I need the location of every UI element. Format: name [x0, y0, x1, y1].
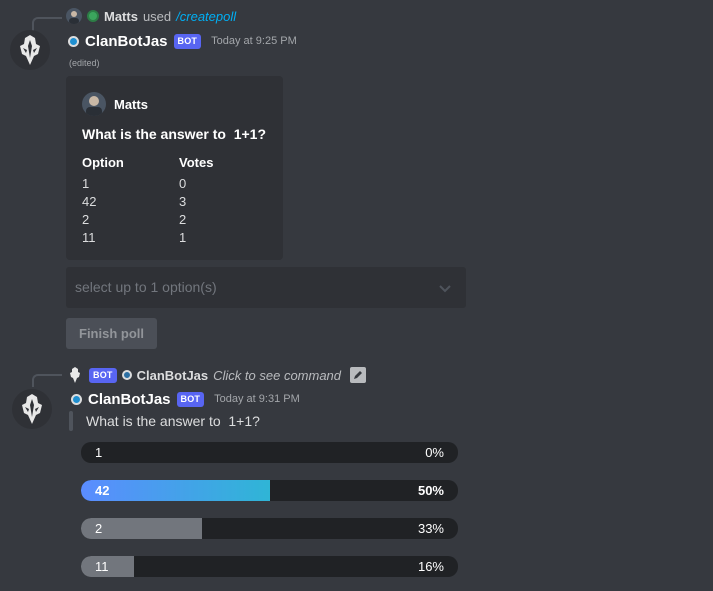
- message-header: ClanBotJas BOT Today at 9:25 PM: [68, 31, 297, 51]
- select-placeholder: select up to 1 option(s): [75, 279, 217, 295]
- result-percent: 33%: [417, 521, 444, 536]
- reply-user[interactable]: Matts: [104, 9, 138, 24]
- result-percent: 16%: [417, 559, 444, 574]
- poll-question: What is the answer to 1+1?: [86, 413, 260, 429]
- result-bar: 2 33%: [81, 518, 458, 539]
- result-percent: 50%: [417, 483, 444, 498]
- reply-action: used: [142, 8, 172, 24]
- votes-column: 0 3 2 1: [179, 175, 186, 247]
- author-name[interactable]: ClanBotJas: [85, 33, 168, 50]
- result-percent: 0%: [425, 445, 444, 460]
- result-bar: 1 0%: [81, 442, 458, 463]
- status-dot-icon: [71, 393, 82, 405]
- quote-bar: [69, 411, 73, 431]
- status-dot-icon: [87, 10, 99, 22]
- bot-badge: BOT: [89, 367, 117, 383]
- clanbotjas-avatar[interactable]: [12, 389, 52, 429]
- chevron-down-icon: [439, 285, 451, 293]
- bot-logo-small-icon: [70, 367, 80, 383]
- status-dot-icon: [68, 35, 79, 47]
- option-header: Option: [82, 155, 124, 170]
- clanbotjas-avatar[interactable]: [10, 30, 50, 70]
- result-bar: 11 16%: [81, 556, 458, 577]
- result-option-label: 1: [95, 445, 103, 460]
- timestamp[interactable]: Today at 9:31 PM: [214, 393, 300, 405]
- result-option-label: 42: [95, 483, 110, 498]
- finish-poll-button[interactable]: Finish poll: [66, 318, 157, 349]
- matts-avatar: [82, 92, 106, 116]
- command-icon[interactable]: [350, 367, 367, 383]
- option-cell: 2: [82, 212, 90, 227]
- votes-cell: 3: [179, 194, 187, 209]
- reply-header[interactable]: Matts used /createpoll: [66, 7, 236, 25]
- votes-header: Votes: [179, 155, 214, 170]
- embed-title: What is the answer to 1+1?: [82, 126, 266, 142]
- result-option-label: 2: [95, 521, 103, 536]
- status-dot-icon: [121, 370, 132, 380]
- author-name[interactable]: ClanBotJas: [88, 391, 171, 408]
- result-option-label: 11: [95, 559, 109, 574]
- option-cell: 42: [82, 194, 97, 209]
- reply-header[interactable]: BOT ClanBotJas Click to see command: [68, 366, 367, 384]
- message-header: ClanBotJas BOT Today at 9:31 PM: [71, 389, 300, 409]
- bot-logo-icon: [20, 35, 40, 65]
- embed-author-name: Matts: [114, 96, 148, 112]
- reply-connector: [32, 374, 62, 387]
- option-cell: 1: [82, 176, 90, 191]
- command-hint[interactable]: Click to see command: [213, 368, 341, 383]
- embed-author: Matts: [82, 92, 148, 116]
- option-cell: 11: [82, 230, 96, 245]
- votes-cell: 0: [179, 176, 187, 191]
- reply-user[interactable]: ClanBotJas: [137, 368, 209, 383]
- command-link[interactable]: /createpoll: [176, 9, 236, 24]
- edited-label: (edited): [69, 58, 100, 68]
- option-column: 1 42 2 11: [82, 175, 96, 247]
- result-bar: 42 50%: [81, 480, 458, 501]
- reply-connector: [32, 17, 62, 31]
- option-select[interactable]: select up to 1 option(s): [66, 267, 466, 308]
- bot-badge: BOT: [173, 33, 202, 49]
- matts-avatar-small: [66, 8, 82, 24]
- timestamp[interactable]: Today at 9:25 PM: [211, 35, 297, 47]
- bot-badge: BOT: [176, 391, 205, 407]
- votes-cell: 1: [179, 230, 187, 245]
- bot-logo-icon: [22, 394, 42, 424]
- votes-cell: 2: [179, 212, 187, 227]
- poll-embed: Matts What is the answer to 1+1? Option …: [66, 76, 283, 260]
